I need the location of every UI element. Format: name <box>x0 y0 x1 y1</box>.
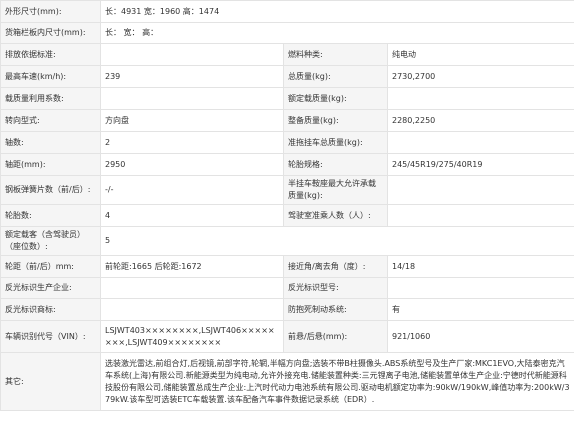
spec-label: 燃料种类: <box>283 43 388 66</box>
spec-label: 车辆识别代号（VIN）: <box>0 320 101 353</box>
spec-label: 载质量利用系数: <box>0 87 101 110</box>
table-row: 最高车速(km/h): 239 总质量(kg): 2730,2700 <box>0 65 574 88</box>
spec-value: -/- <box>100 175 284 205</box>
spec-label: 货箱栏板内尺寸(mm): <box>0 22 101 44</box>
table-row: 货箱栏板内尺寸(mm): 长： 宽： 高： <box>0 22 574 44</box>
table-row: 车辆识别代号（VIN）: LSJWT403××××××××,LSJWT406××… <box>0 320 574 353</box>
spec-label: 半挂车鞍座最大允许承载质量(kg): <box>283 175 388 205</box>
spec-value <box>386 204 574 227</box>
spec-label: 外形尺寸(mm): <box>0 0 101 23</box>
spec-value: 2280,2250 <box>386 109 574 132</box>
spec-value: 纯电动 <box>386 43 574 66</box>
spec-label: 轮胎数: <box>0 204 101 227</box>
table-row: 反光标识生产企业: 反光标识型号: <box>0 277 574 299</box>
spec-value: 5 <box>99 226 574 256</box>
spec-label: 前悬/后悬(mm): <box>283 320 388 353</box>
spec-value <box>100 43 284 66</box>
spec-label: 转向型式: <box>0 109 101 132</box>
spec-value <box>100 298 284 321</box>
table-row: 转向型式: 方向盘 整备质量(kg): 2280,2250 <box>0 109 574 132</box>
table-row: 其它: 选装激光雷达,前组合灯,后视镜,前部字符,轮辋,半幅方向盘;选装不带B柱… <box>0 352 574 411</box>
spec-label: 最高车速(km/h): <box>0 65 101 88</box>
spec-value: 方向盘 <box>100 109 284 132</box>
table-row: 排放依据标准: 燃料种类: 纯电动 <box>0 43 574 66</box>
table-row: 轴数: 2 准拖挂车总质量(kg): <box>0 131 574 154</box>
table-row: 轮胎数: 4 驾驶室准乘人数（人）: <box>0 204 574 227</box>
spec-value <box>386 175 574 205</box>
spec-value: 245/45R19/275/40R19 <box>386 153 574 176</box>
spec-value <box>100 87 284 110</box>
spec-label: 反光标识生产企业: <box>0 277 101 299</box>
spec-label: 钢板弹簧片数（前/后）: <box>0 175 101 205</box>
spec-label: 准拖挂车总质量(kg): <box>283 131 388 154</box>
spec-value: 有 <box>386 298 574 321</box>
spec-value <box>386 87 574 110</box>
table-row: 钢板弹簧片数（前/后）: -/- 半挂车鞍座最大允许承载质量(kg): <box>0 175 574 205</box>
spec-value: 2950 <box>100 153 284 176</box>
spec-value: 2730,2700 <box>386 65 574 88</box>
spec-label: 接近角/离去角（度）: <box>283 255 388 278</box>
spec-label: 驾驶室准乘人数（人）: <box>283 204 388 227</box>
spec-value: 4 <box>100 204 284 227</box>
spec-value: 选装激光雷达,前组合灯,后视镜,前部字符,轮辋,半幅方向盘;选装不带B柱摄像头.… <box>99 352 574 411</box>
spec-label: 防抱死制动系统: <box>283 298 388 321</box>
spec-label: 轮距（前/后）mm: <box>0 255 101 278</box>
spec-value <box>386 131 574 154</box>
spec-label: 反光标识商标: <box>0 298 101 321</box>
spec-label: 轮胎规格: <box>283 153 388 176</box>
table-row: 载质量利用系数: 额定载质量(kg): <box>0 87 574 110</box>
spec-label: 额定载客（含驾驶员）（座位数）: <box>0 226 101 256</box>
table-row: 轮距（前/后）mm: 前轮距:1665 后轮距:1672 接近角/离去角（度）:… <box>0 255 574 278</box>
spec-value: 14/18 <box>386 255 574 278</box>
vehicle-spec-table: 外形尺寸(mm): 长：4931 宽：1960 高：1474 货箱栏板内尺寸(m… <box>0 0 574 411</box>
spec-label: 总质量(kg): <box>283 65 388 88</box>
spec-value <box>386 277 574 299</box>
spec-value: LSJWT403××××××××,LSJWT406××××××××,LSJWT4… <box>100 320 284 353</box>
spec-label: 额定载质量(kg): <box>283 87 388 110</box>
spec-label: 反光标识型号: <box>283 277 388 299</box>
spec-value: 长：4931 宽：1960 高：1474 <box>99 0 574 23</box>
spec-value: 239 <box>100 65 284 88</box>
spec-label: 整备质量(kg): <box>283 109 388 132</box>
spec-label: 排放依据标准: <box>0 43 101 66</box>
table-row: 外形尺寸(mm): 长：4931 宽：1960 高：1474 <box>0 0 574 23</box>
spec-label: 轴数: <box>0 131 101 154</box>
spec-label: 其它: <box>0 352 101 411</box>
spec-value: 前轮距:1665 后轮距:1672 <box>100 255 284 278</box>
table-row: 额定载客（含驾驶员）（座位数）: 5 <box>0 226 574 256</box>
spec-value <box>100 277 284 299</box>
table-row: 反光标识商标: 防抱死制动系统: 有 <box>0 298 574 321</box>
spec-label: 轴距(mm): <box>0 153 101 176</box>
spec-value: 921/1060 <box>386 320 574 353</box>
spec-value: 长： 宽： 高： <box>99 22 574 44</box>
table-row: 轴距(mm): 2950 轮胎规格: 245/45R19/275/40R19 <box>0 153 574 176</box>
spec-value: 2 <box>100 131 284 154</box>
